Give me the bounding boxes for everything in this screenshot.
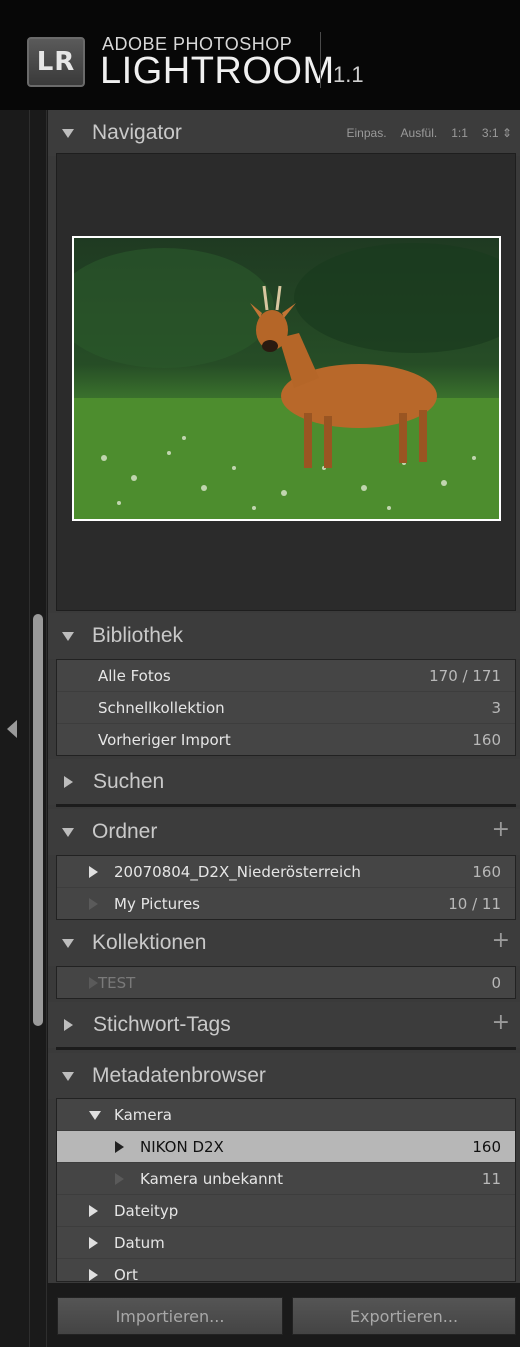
section-title: Metadatenbrowser — [92, 1064, 266, 1087]
expand-right-icon[interactable] — [89, 1205, 98, 1217]
expand-down-icon[interactable] — [89, 1111, 101, 1120]
expand-down-icon — [62, 938, 74, 948]
expand-right-icon[interactable] — [89, 866, 98, 878]
list-item[interactable]: TEST 0 — [57, 967, 515, 999]
section-divider — [56, 1047, 516, 1050]
zoom-fit-option[interactable]: Einpas. — [347, 126, 387, 140]
ordner-list: 20070804_D2X_Niederösterreich 160 My Pic… — [56, 855, 516, 920]
expand-down-icon — [62, 631, 74, 641]
item-label: Ort — [114, 1266, 138, 1282]
item-label: 20070804_D2X_Niederösterreich — [114, 863, 361, 881]
list-item[interactable]: Kamera unbekannt 11 — [57, 1163, 515, 1195]
import-button[interactable]: Importieren... — [57, 1297, 283, 1335]
item-count: 160 — [472, 863, 501, 881]
app-header: LR ADOBE PHOTOSHOP LIGHTROOM 1.1 — [0, 0, 520, 110]
expand-right-icon[interactable] — [89, 1269, 98, 1281]
list-item[interactable]: Schnellkollektion 3 — [57, 692, 515, 724]
item-count: 3 — [491, 699, 501, 717]
list-item[interactable]: Ort — [57, 1259, 515, 1282]
section-kollektionen-header[interactable]: Kollektionen + — [48, 920, 520, 966]
deer-photo-image — [74, 238, 499, 519]
list-item[interactable]: Datum — [57, 1227, 515, 1259]
kollektionen-list: TEST 0 — [56, 966, 516, 999]
expand-down-icon — [62, 1071, 74, 1081]
metadaten-list: Kamera NIKON D2X 160 Kamera unbekannt 11… — [56, 1098, 516, 1282]
strip-line — [29, 110, 30, 1347]
section-metadaten-header[interactable]: Metadatenbrowser — [48, 1053, 520, 1099]
section-divider — [56, 804, 516, 807]
navigator-zoom-options: Einpas. Ausfül. 1:1 3:1 ⇕ — [347, 126, 512, 140]
section-title: Navigator — [92, 121, 182, 144]
item-label: NIKON D2X — [140, 1138, 224, 1156]
expand-right-icon — [89, 977, 98, 989]
panel-scrollbar[interactable] — [33, 614, 43, 1026]
list-item-selected[interactable]: NIKON D2X 160 — [57, 1131, 515, 1163]
expand-right-icon[interactable] — [89, 1237, 98, 1249]
item-count: 11 — [481, 1170, 501, 1188]
section-title: Bibliothek — [92, 624, 184, 647]
item-label: Alle Fotos — [98, 667, 171, 685]
collapse-panel-icon[interactable] — [7, 720, 17, 738]
brand-main-text: LIGHTROOM — [100, 50, 335, 92]
item-count: 160 — [472, 1138, 501, 1156]
list-item[interactable]: Kamera — [57, 1099, 515, 1131]
expand-right-icon — [89, 898, 98, 910]
item-label: Dateityp — [114, 1202, 179, 1220]
item-label: Kamera unbekannt — [140, 1170, 284, 1188]
item-label: Vorheriger Import — [98, 731, 231, 749]
add-collection-icon[interactable]: + — [492, 928, 510, 953]
expand-right-icon[interactable] — [115, 1141, 124, 1153]
expand-right-icon — [115, 1173, 124, 1185]
section-title: Kollektionen — [92, 931, 207, 954]
item-count: 10 / 11 — [448, 895, 501, 913]
lightroom-logo: LR — [27, 37, 85, 87]
item-label: TEST — [98, 974, 136, 992]
section-title: Stichwort-Tags — [93, 1013, 231, 1036]
expand-down-icon — [62, 827, 74, 837]
item-label: Schnellkollektion — [98, 699, 225, 717]
item-count: 170 / 171 — [429, 667, 501, 685]
list-item[interactable]: Vorheriger Import 160 — [57, 724, 515, 756]
section-bibliothek-header[interactable]: Bibliothek — [48, 613, 520, 659]
item-label: My Pictures — [114, 895, 200, 913]
zoom-3-1-option[interactable]: 3:1 ⇕ — [482, 126, 512, 140]
version-text: 1.1 — [333, 62, 364, 87]
item-count: 0 — [491, 974, 501, 992]
export-button[interactable]: Exportieren... — [292, 1297, 516, 1335]
item-count: 160 — [472, 731, 501, 749]
navigator-photo[interactable] — [72, 236, 501, 521]
section-stichwort-header[interactable]: Stichwort-Tags + — [48, 1002, 520, 1048]
strip-line — [46, 110, 47, 1347]
brand-separator — [320, 32, 321, 88]
section-suchen-header[interactable]: Suchen — [48, 759, 520, 805]
list-item[interactable]: My Pictures 10 / 11 — [57, 888, 515, 920]
item-label: Kamera — [114, 1106, 172, 1124]
section-title: Suchen — [93, 770, 165, 793]
section-title: Ordner — [92, 820, 158, 843]
expand-right-icon — [64, 1019, 73, 1031]
section-ordner-header[interactable]: Ordner + — [48, 809, 520, 855]
expand-right-icon — [64, 776, 73, 788]
add-keyword-icon[interactable]: + — [492, 1010, 510, 1035]
list-item[interactable]: Alle Fotos 170 / 171 — [57, 660, 515, 692]
list-item[interactable]: Dateityp — [57, 1195, 515, 1227]
item-label: Datum — [114, 1234, 165, 1252]
section-navigator-header[interactable]: Navigator Einpas. Ausfül. 1:1 3:1 ⇕ — [48, 110, 520, 156]
expand-down-icon — [62, 128, 74, 138]
zoom-fill-option[interactable]: Ausfül. — [401, 126, 438, 140]
list-item[interactable]: 20070804_D2X_Niederösterreich 160 — [57, 856, 515, 888]
bibliothek-list: Alle Fotos 170 / 171 Schnellkollektion 3… — [56, 659, 516, 756]
zoom-1-1-option[interactable]: 1:1 — [451, 126, 468, 140]
add-folder-icon[interactable]: + — [492, 817, 510, 842]
